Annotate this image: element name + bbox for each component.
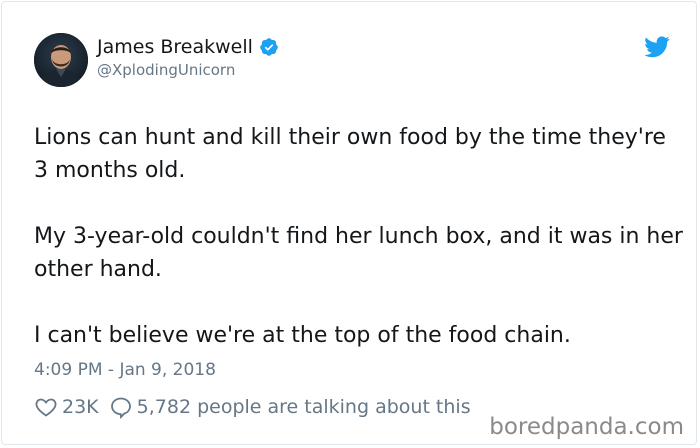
tweet-paragraph: My 3-year-old couldn't find her lunch bo… [34,224,683,282]
twitter-bird-icon[interactable] [644,36,670,58]
tweet-paragraph: Lions can hunt and kill their own food b… [34,125,666,183]
heart-icon[interactable] [34,395,58,419]
tweet-paragraph: I can't believe we're at the top of the … [34,323,571,348]
tweet-timestamp[interactable]: 4:09 PM - Jan 9, 2018 [34,358,216,382]
verified-badge-icon [259,37,279,57]
tweet-text: Lions can hunt and kill their own food b… [34,121,684,352]
author-display-name[interactable]: James Breakwell [97,35,253,59]
avatar[interactable] [34,33,88,87]
avatar-portrait [34,33,88,87]
author-handle[interactable]: @XplodingUnicorn [97,60,235,80]
speech-bubble-icon[interactable] [109,395,133,420]
author-name-row: James Breakwell [97,35,279,59]
conversation-count[interactable]: 5,782 people are talking about this [137,394,471,420]
tweet-actions: 23K 5,782 people are talking about this [34,394,471,420]
watermark: boredpanda.com [489,414,684,440]
tweet-card: James Breakwell @XplodingUnicorn Lions c… [1,1,697,445]
like-count[interactable]: 23K [62,394,99,420]
